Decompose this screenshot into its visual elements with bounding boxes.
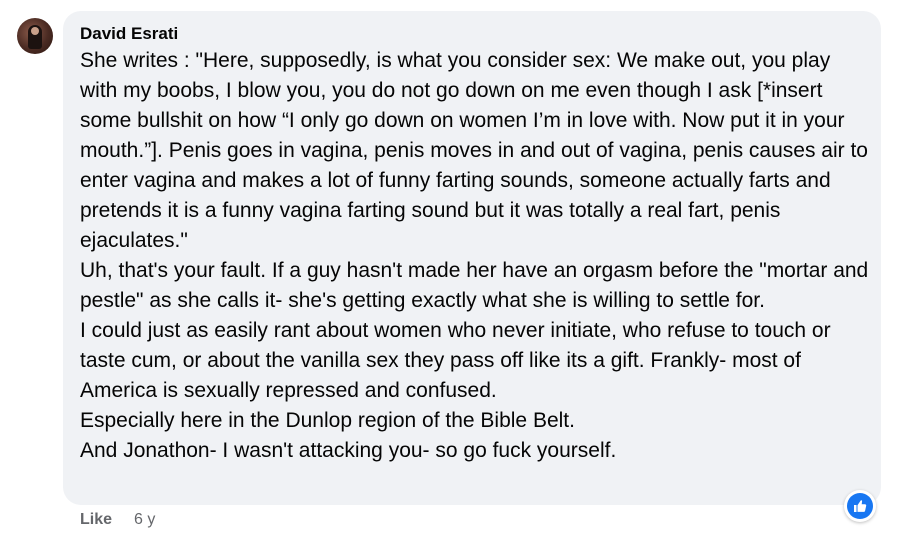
comment-paragraph: And Jonathon- I wasn't attacking you- so… <box>80 439 617 462</box>
comment-paragraph: She writes : "Here, supposedly, is what … <box>80 49 868 252</box>
comment-actions: Like 6 y <box>80 508 155 532</box>
reaction-count-badge[interactable] <box>844 490 876 522</box>
avatar-face <box>31 27 39 35</box>
comment-paragraph: I could just as easily rant about women … <box>80 319 831 402</box>
comment-timestamp[interactable]: 6 y <box>134 511 155 529</box>
thumbs-up-icon <box>847 493 873 519</box>
comment-body: She writes : "Here, supposedly, is what … <box>80 46 870 466</box>
like-button[interactable]: Like <box>80 511 112 529</box>
thumbs-up-glyph <box>854 500 867 512</box>
author-avatar[interactable] <box>17 18 53 54</box>
comment-paragraph: Especially here in the Dunlop region of … <box>80 409 575 432</box>
comment-paragraph: Uh, that's your fault. If a guy hasn't m… <box>80 259 869 312</box>
comment-author-name[interactable]: David Esrati <box>80 22 178 46</box>
